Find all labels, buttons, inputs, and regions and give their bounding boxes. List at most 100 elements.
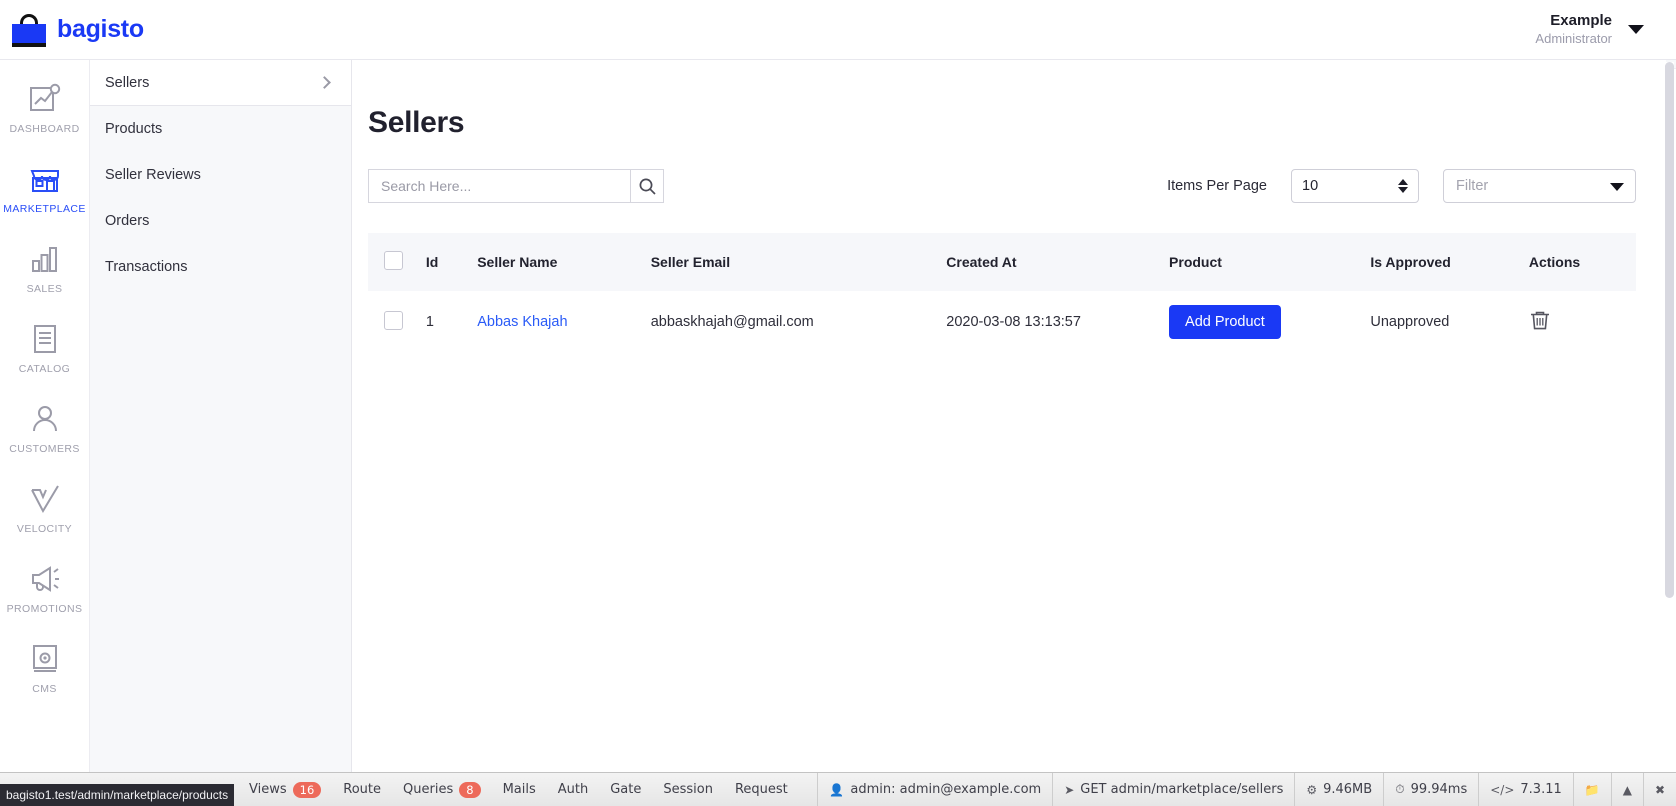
toolbar-right: Items Per Page 10 Filter [1167,169,1636,203]
seller-name-link[interactable]: Abbas Khajah [477,314,567,330]
submenu-item-sellers[interactable]: Sellers [90,60,351,106]
sidebar-label: PROMOTIONS [6,603,83,615]
column-actions: Actions [1528,254,1581,270]
sidebar-item-dashboard[interactable]: DASHBOARD [0,82,89,135]
submenu-item-orders[interactable]: Orders [90,198,351,244]
column-is-approved[interactable]: Is Approved [1370,233,1529,291]
cell-seller-name: Abbas Khajah [477,291,650,353]
close-icon: ✖ [1654,782,1665,797]
row-select-cell [368,291,426,353]
row-checkbox[interactable] [384,310,403,330]
gears-icon: ⚙ [1306,782,1318,797]
debug-auth-user[interactable]: 👤 admin: admin@example.com [817,772,1052,806]
main-content: Sellers Items Per Page 10 [352,60,1666,806]
megaphone-icon [31,566,59,592]
debug-route-label: GET admin/marketplace/sellers [1080,782,1284,797]
submenu-item-products[interactable]: Products [90,106,351,152]
sidebar-item-velocity[interactable]: VELOCITY [0,482,89,535]
debug-memory-label: 9.46MB [1323,782,1373,797]
delete-button[interactable] [1529,309,1551,336]
debug-tab-session[interactable]: Session [652,773,724,806]
select-all-checkbox[interactable] [384,251,403,270]
sidebar-item-marketplace[interactable]: MARKETPLACE [0,162,89,215]
user-info: Example Administrator [1535,12,1612,47]
vertical-scrollbar[interactable] [1665,62,1674,724]
cell-id: 1 [425,314,434,330]
search-icon [639,178,656,195]
brand-name: bagisto [57,15,144,43]
debug-php-version[interactable]: </> 7.3.11 [1478,772,1573,806]
dashboard-icon [29,83,60,111]
debug-tab-request[interactable]: Request [724,773,799,806]
column-id[interactable]: Id [426,233,477,291]
document-icon [33,325,56,353]
submenu-label: Seller Reviews [105,167,201,183]
shopping-bag-icon [12,13,46,47]
sidebar-item-cms[interactable]: CMS [0,642,89,695]
debug-tab-route[interactable]: Route [332,773,392,806]
debug-tab-gate[interactable]: Gate [599,773,652,806]
items-per-page-select[interactable]: 10 [1291,169,1419,203]
debug-close[interactable]: ✖ [1642,772,1676,806]
debug-minimize[interactable]: ▲ [1610,772,1643,806]
cell-product: Add Product [1169,291,1370,353]
search-group [368,169,664,203]
sidebar-label: CUSTOMERS [9,443,80,455]
submenu-item-transactions[interactable]: Transactions [90,244,351,290]
clock-icon: ⏱ [1395,782,1405,796]
debug-badge: 16 [292,781,322,798]
debug-tab-mails[interactable]: Mails [492,773,547,806]
column-created-at[interactable]: Created At [946,233,1169,291]
items-per-page-value: 10 [1302,178,1319,194]
user-menu[interactable]: Example Administrator [1535,12,1676,47]
debugbar-right: 👤 admin: admin@example.com ➤ GET admin/m… [817,772,1676,806]
sidebar-item-promotions[interactable]: PROMOTIONS [0,562,89,615]
debug-tab-auth[interactable]: Auth [547,773,599,806]
debug-tab-views[interactable]: Views 16 [238,773,332,806]
table-body: 1 Abbas Khajah abbaskhajah@gmail.com 202… [368,291,1636,353]
debug-open-storage[interactable]: 📁 [1572,772,1611,806]
search-input[interactable] [368,169,630,203]
chevron-down-icon[interactable] [1628,25,1644,34]
column-seller-email[interactable]: Seller Email [651,233,947,291]
column-product[interactable]: Product [1169,233,1370,291]
debug-auth-label: admin: admin@example.com [850,782,1042,797]
table-row: 1 Abbas Khajah abbaskhajah@gmail.com 202… [368,291,1636,353]
brand-logo[interactable]: bagisto [0,13,144,47]
debug-tab-label: Session [663,782,713,797]
sidebar-item-customers[interactable]: CUSTOMERS [0,402,89,455]
debug-memory[interactable]: ⚙ 9.46MB [1294,772,1383,806]
submenu-item-seller-reviews[interactable]: Seller Reviews [90,152,351,198]
debug-tab-label: Views [249,782,287,797]
debug-route-info[interactable]: ➤ GET admin/marketplace/sellers [1052,772,1294,806]
scrollbar-thumb[interactable] [1665,62,1674,598]
column-seller-name[interactable]: Seller Name [477,233,650,291]
debug-time[interactable]: ⏱ 99.94ms [1383,772,1478,806]
chevron-right-icon [318,76,331,89]
cell-actions [1529,291,1636,353]
folder-icon: 📁 [1584,782,1600,797]
cell-created-at: 2020-03-08 13:13:57 [946,314,1081,330]
add-product-button[interactable]: Add Product [1169,305,1281,339]
debug-badge: 8 [459,781,481,798]
status-bar-tooltip: bagisto1.test/admin/marketplace/products [0,784,235,806]
debug-tab-queries[interactable]: Queries 8 [392,773,492,806]
sidebar-item-catalog[interactable]: CATALOG [0,322,89,375]
submenu-label: Sellers [105,74,150,91]
code-icon: </> [1490,782,1515,797]
submenu-label: Transactions [105,259,188,275]
debug-time-label: 99.94ms [1410,782,1468,797]
sidebar-item-sales[interactable]: SALES [0,242,89,295]
chevron-down-icon [1610,183,1624,191]
person-icon [32,406,57,432]
filter-select[interactable]: Filter [1443,169,1636,203]
sellers-table: Id Seller Name Seller Email Created At P… [368,233,1636,353]
debug-tab-label: Queries [403,782,454,797]
search-button[interactable] [630,169,664,203]
user-name: Example [1550,12,1612,29]
sidebar-label: DASHBOARD [9,123,80,135]
filter-placeholder: Filter [1456,178,1489,194]
top-header: bagisto Example Administrator [0,0,1676,60]
items-per-page-label: Items Per Page [1167,178,1267,194]
sidebar-label: SALES [26,283,63,295]
